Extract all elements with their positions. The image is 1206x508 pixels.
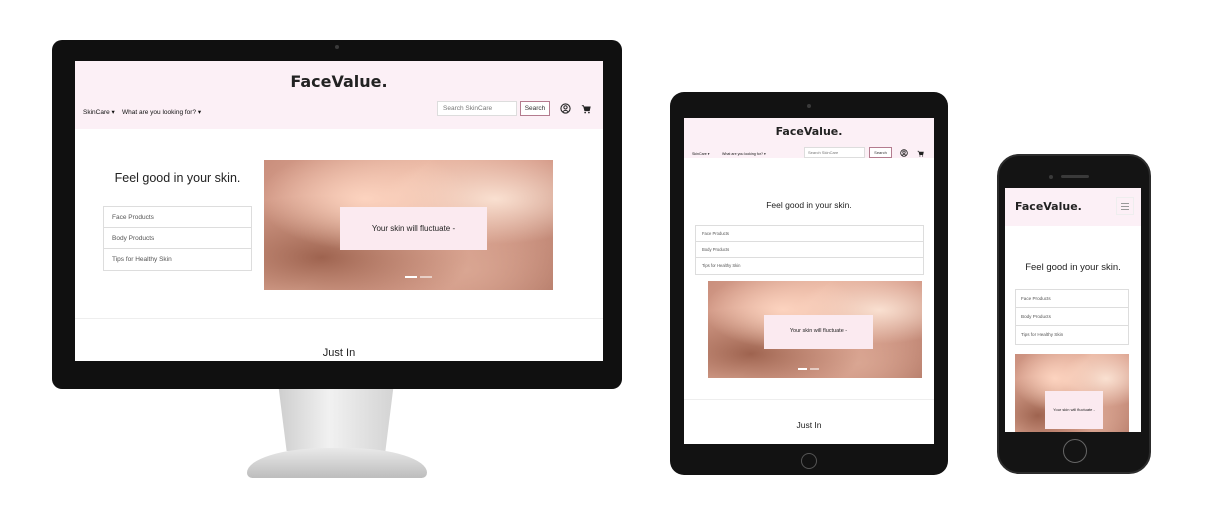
category-face-products[interactable]: Face Products — [104, 207, 251, 228]
desktop-brand-logo[interactable]: FaceValue. — [75, 72, 603, 91]
hamburger-menu-icon[interactable] — [1116, 197, 1134, 215]
phone-category-list: Face Products Body Products Tips for Hea… — [1015, 289, 1129, 345]
category-face-products[interactable]: Face Products — [1016, 290, 1128, 308]
phone-screen: FaceValue. Feel good in your skin. Face … — [1005, 188, 1141, 432]
skincare-dropdown-label: SkinCare — [692, 152, 707, 156]
user-circle-icon[interactable] — [560, 103, 571, 114]
monitor-camera — [335, 45, 339, 49]
tablet-section-divider — [684, 399, 934, 400]
phone-camera — [1049, 175, 1053, 179]
desktop-skincare-dropdown[interactable]: SkinCare ▾ — [83, 108, 115, 116]
caret-down-icon: ▾ — [111, 109, 115, 116]
skincare-dropdown-label: SkinCare — [83, 109, 110, 116]
looking-for-dropdown-label: What are you looking for? — [122, 109, 197, 116]
carousel-dot[interactable] — [420, 276, 432, 278]
category-body-products[interactable]: Body Products — [104, 228, 251, 249]
shopping-cart-icon[interactable] — [917, 150, 924, 157]
desktop-monitor: FaceValue. SkinCare ▾ What are you looki… — [52, 40, 622, 389]
looking-for-dropdown-label: What are you looking for? — [722, 152, 763, 156]
category-tips[interactable]: Tips for Healthy Skin — [1016, 326, 1128, 344]
category-body-products[interactable]: Body Products — [1016, 308, 1128, 326]
desktop-looking-for-dropdown[interactable]: What are you looking for? ▾ — [122, 108, 201, 116]
desktop-section-divider — [75, 318, 603, 319]
category-face-products[interactable]: Face Products — [696, 226, 923, 242]
user-circle-icon[interactable] — [900, 149, 908, 157]
tablet-navbar: FaceValue. SkinCare ▾ What are you looki… — [684, 118, 934, 158]
carousel-dot[interactable] — [405, 276, 417, 278]
phone-speaker — [1061, 175, 1089, 178]
caret-down-icon: ▾ — [197, 109, 202, 116]
caret-down-icon: ▾ — [763, 152, 766, 156]
desktop-just-in-heading: Just In — [322, 347, 356, 359]
tablet-screen: FaceValue. SkinCare ▾ What are you looki… — [684, 118, 934, 444]
tablet-hero-caption: Your skin will fluctuate - — [764, 315, 873, 349]
phone-tagline: Feel good in your skin. — [1025, 262, 1121, 273]
tablet-search-input[interactable]: Search SkinCare — [804, 147, 865, 158]
desktop-tagline: Feel good in your skin. — [114, 171, 241, 185]
shopping-cart-icon[interactable] — [581, 104, 591, 114]
desktop-screen: FaceValue. SkinCare ▾ What are you looki… — [75, 61, 603, 361]
tablet-skincare-dropdown[interactable]: SkinCare ▾ — [692, 152, 710, 156]
tablet-home-button — [801, 453, 817, 469]
tablet-looking-for-dropdown[interactable]: What are you looking for? ▾ — [722, 152, 766, 156]
phone-device: FaceValue. Feel good in your skin. Face … — [997, 154, 1151, 474]
tablet-carousel-indicators[interactable] — [798, 368, 819, 370]
tablet-category-list: Face Products Body Products Tips for Hea… — [695, 225, 924, 275]
category-body-products[interactable]: Body Products — [696, 242, 923, 258]
tablet-search-button[interactable]: Search — [869, 147, 892, 158]
phone-brand-logo[interactable]: FaceValue. — [1015, 200, 1082, 213]
tablet-just-in-heading: Just In — [796, 420, 822, 430]
category-tips[interactable]: Tips for Healthy Skin — [104, 249, 251, 270]
phone-hero-carousel[interactable]: Your skin will fluctuate - — [1015, 354, 1129, 432]
carousel-dot[interactable] — [810, 368, 819, 370]
tablet-tagline: Feel good in your skin. — [766, 200, 852, 210]
caret-down-icon: ▾ — [707, 152, 710, 156]
monitor-base — [247, 448, 427, 478]
desktop-carousel-indicators[interactable] — [405, 276, 432, 278]
desktop-category-list: Face Products Body Products Tips for Hea… — [103, 206, 252, 271]
desktop-search-input[interactable]: Search SkinCare — [437, 101, 517, 116]
phone-home-button — [1063, 439, 1087, 463]
desktop-hero-carousel[interactable]: Your skin will fluctuate - — [264, 160, 553, 290]
monitor-stand — [278, 389, 394, 451]
carousel-dot[interactable] — [798, 368, 807, 370]
tablet-brand-logo[interactable]: FaceValue. — [684, 125, 934, 138]
category-tips[interactable]: Tips for Healthy Skin — [696, 258, 923, 274]
tablet-hero-carousel[interactable]: Your skin will fluctuate - — [708, 281, 922, 378]
desktop-search-button[interactable]: Search — [520, 101, 550, 116]
phone-hero-caption: Your skin will fluctuate - — [1045, 391, 1103, 429]
desktop-hero-caption: Your skin will fluctuate - — [340, 207, 487, 250]
desktop-navbar: FaceValue. SkinCare ▾ What are you looki… — [75, 61, 603, 129]
phone-navbar: FaceValue. — [1005, 188, 1141, 226]
tablet-camera — [807, 104, 811, 108]
tablet-device: FaceValue. SkinCare ▾ What are you looki… — [670, 92, 948, 475]
